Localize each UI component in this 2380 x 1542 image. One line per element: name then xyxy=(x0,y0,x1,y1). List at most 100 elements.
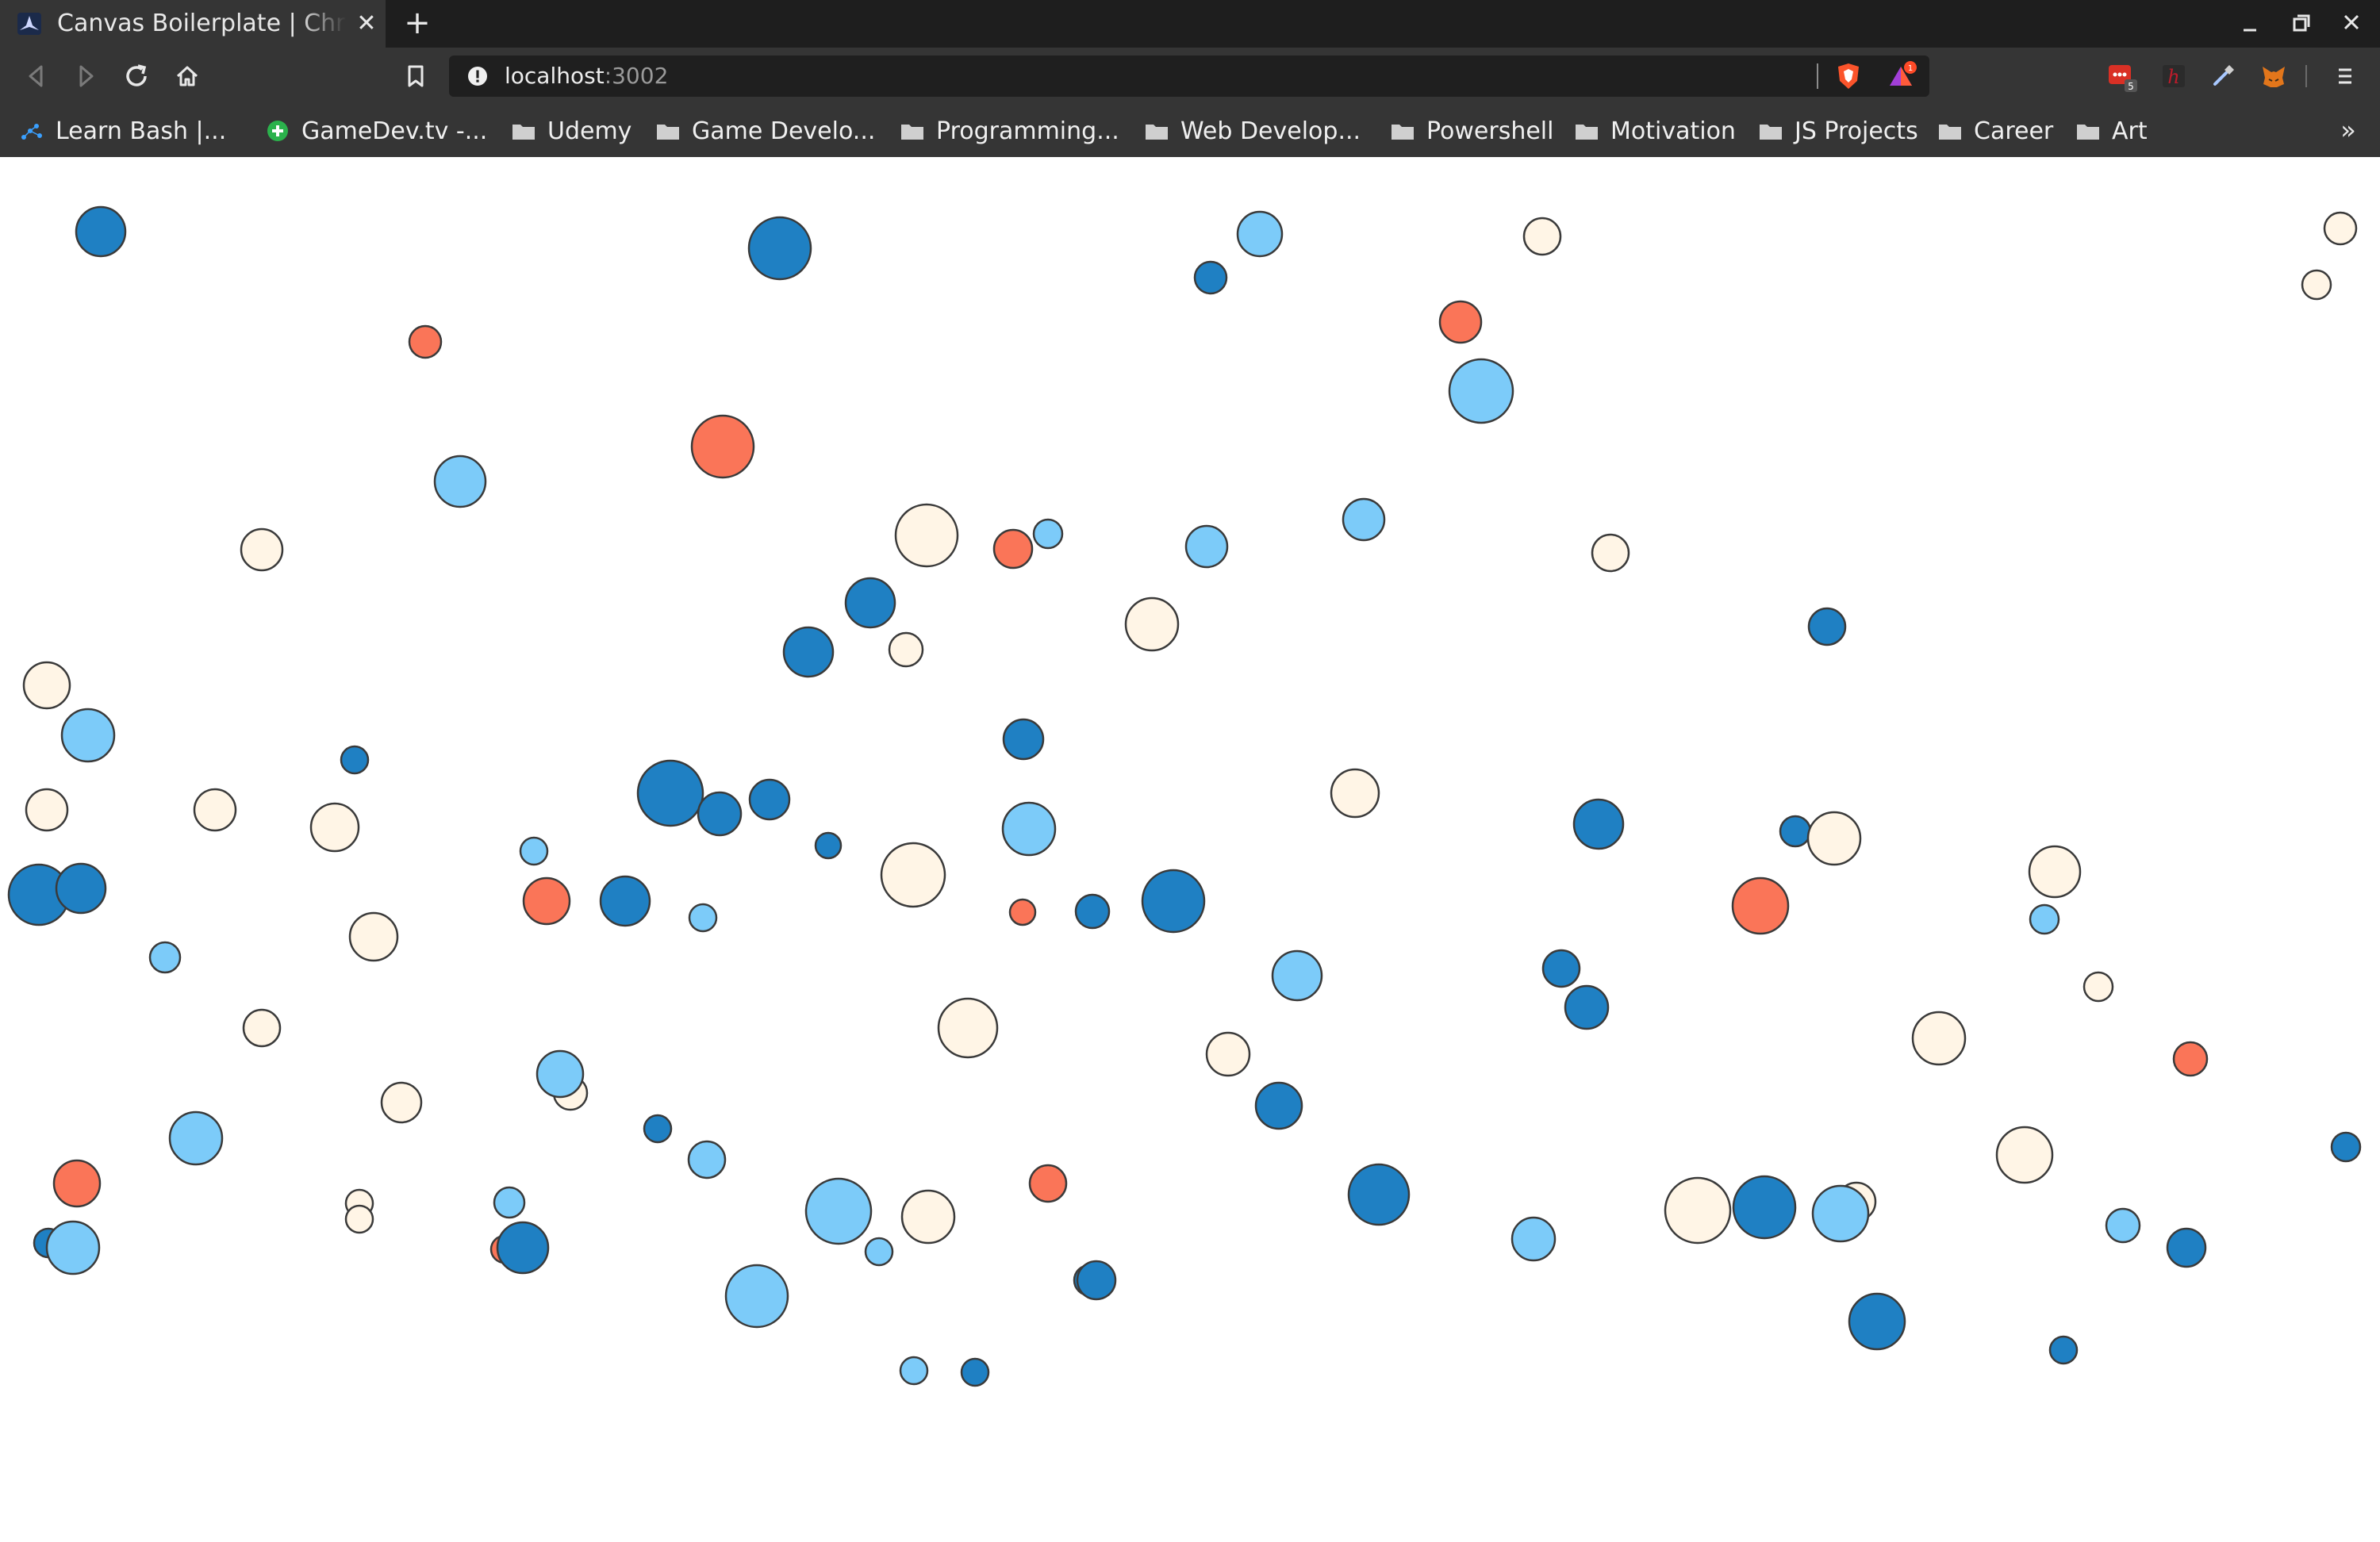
dark-blue-circle xyxy=(747,216,812,281)
coral-circle xyxy=(522,876,571,926)
bookmark-label: Powershell xyxy=(1426,117,1554,145)
cream-circle xyxy=(1124,596,1180,652)
bookmark-folder-web-development[interactable]: Web Develop... xyxy=(1144,105,1361,157)
svg-text:1: 1 xyxy=(1908,64,1913,73)
dark-blue-circle xyxy=(1572,798,1625,850)
cream-circle xyxy=(2082,971,2114,1003)
coral-circle xyxy=(1438,300,1483,344)
home-icon[interactable] xyxy=(171,60,203,92)
bookmark-folder-powershell[interactable]: Powershell xyxy=(1390,105,1553,157)
dark-blue-circle xyxy=(599,875,651,927)
reload-icon[interactable] xyxy=(121,60,152,92)
bookmark-folder-js-projects[interactable]: JS Projects xyxy=(1758,105,1918,157)
menu-icon[interactable] xyxy=(2329,60,2361,92)
cream-circle xyxy=(1330,768,1380,819)
light-blue-circle xyxy=(1271,949,1323,1002)
cream-circle xyxy=(1911,1011,1967,1066)
metamask-icon[interactable] xyxy=(2258,60,2290,92)
svg-text:5: 5 xyxy=(2128,81,2134,92)
bookmark-folder-career[interactable]: Career xyxy=(1937,105,2053,157)
folder-icon xyxy=(1576,125,1598,140)
bookmark-folder-game-development[interactable]: Game Develo... xyxy=(655,105,875,157)
coral-circle xyxy=(408,324,443,359)
dark-blue-circle xyxy=(2166,1227,2207,1268)
cream-circle xyxy=(1591,533,1630,573)
dark-blue-circle xyxy=(1193,260,1228,295)
dark-blue-circle xyxy=(1141,869,1206,934)
dark-blue-circle xyxy=(1076,1260,1117,1301)
back-icon[interactable] xyxy=(21,60,52,92)
cream-circle xyxy=(900,1189,956,1245)
light-blue-circle xyxy=(148,941,182,974)
bookmarks-bar: Learn Bash |... GameDev.tv -... Udemy Ga… xyxy=(0,105,2380,157)
tab-close-icon[interactable]: ✕ xyxy=(354,11,379,36)
light-blue-circle xyxy=(519,836,549,866)
folder-icon xyxy=(657,125,679,140)
cream-circle xyxy=(1995,1126,2054,1184)
minimize-icon[interactable] xyxy=(2226,5,2274,43)
light-blue-circle xyxy=(168,1110,224,1166)
browser-window: Canvas Boilerplate | Chris ✕ + localhost… xyxy=(0,0,2380,1542)
cream-circle xyxy=(344,1204,374,1234)
light-blue-circle xyxy=(1811,1184,1870,1243)
extension-badge-icon[interactable]: 5 xyxy=(2106,60,2137,92)
cream-circle xyxy=(2028,845,2082,899)
cream-circle xyxy=(309,802,360,853)
bookmark-folder-art[interactable]: Art xyxy=(2075,105,2148,157)
page-content xyxy=(0,157,2380,1542)
dark-blue-circle xyxy=(782,626,835,678)
window-close-icon[interactable] xyxy=(2328,5,2375,43)
light-blue-circle xyxy=(1448,358,1514,424)
cream-circle xyxy=(2301,269,2332,301)
tab-canvas-boilerplate[interactable]: Canvas Boilerplate | Chris ✕ xyxy=(0,0,386,48)
cream-circle xyxy=(880,842,946,908)
folder-icon xyxy=(2077,125,2099,140)
cream-circle xyxy=(242,1008,282,1048)
folder-icon xyxy=(512,125,535,140)
bookmark-folder-motivation[interactable]: Motivation xyxy=(1574,105,1736,157)
animation-canvas[interactable] xyxy=(0,157,2380,1542)
dark-blue-circle xyxy=(75,205,127,258)
dark-blue-circle xyxy=(748,778,791,821)
bookmark-label: Web Develop... xyxy=(1180,117,1361,145)
bookmark-folder-programming[interactable]: Programming... xyxy=(900,105,1119,157)
gamedev-icon xyxy=(267,121,288,141)
restore-icon[interactable] xyxy=(2277,5,2324,43)
light-blue-circle xyxy=(1001,801,1057,857)
light-blue-circle xyxy=(1236,210,1284,258)
light-blue-circle xyxy=(2029,903,2060,935)
bookmark-label: Programming... xyxy=(936,117,1119,145)
bookmark-icon[interactable] xyxy=(400,60,432,92)
toolbar: localhost:3002 1 5 h xyxy=(0,48,2380,105)
bookmark-folder-udemy[interactable]: Udemy xyxy=(511,105,631,157)
eyedropper-icon[interactable] xyxy=(2207,60,2239,92)
light-blue-circle xyxy=(1184,524,1229,569)
address-bar[interactable]: localhost:3002 xyxy=(449,56,1929,97)
toolbar-divider xyxy=(2305,65,2307,87)
coral-circle xyxy=(1008,898,1037,926)
bookmark-label: GameDev.tv -... xyxy=(301,117,488,145)
dark-blue-circle xyxy=(636,759,704,827)
light-blue-circle xyxy=(899,1356,929,1386)
bookmarks-overflow-button[interactable]: » xyxy=(2332,105,2364,157)
dark-blue-circle xyxy=(1002,718,1045,761)
folder-icon xyxy=(1392,125,1414,140)
dark-blue-circle xyxy=(1807,607,1847,646)
forward-icon[interactable] xyxy=(70,60,102,92)
light-blue-circle xyxy=(724,1264,789,1329)
coral-circle xyxy=(1028,1164,1068,1203)
dark-blue-circle xyxy=(1732,1175,1797,1240)
brave-rewards-icon[interactable]: 1 xyxy=(1887,60,1918,92)
folder-icon xyxy=(1939,125,1961,140)
dark-blue-circle xyxy=(643,1114,673,1144)
info-icon[interactable] xyxy=(466,65,489,87)
brave-shields-icon[interactable] xyxy=(1833,60,1864,92)
cream-circle xyxy=(380,1081,423,1124)
url-port: :3002 xyxy=(604,63,669,89)
dark-blue-circle xyxy=(2330,1131,2362,1163)
bookmark-learn-bash[interactable]: Learn Bash |... xyxy=(19,105,226,157)
hypothesis-icon[interactable]: h xyxy=(2158,60,2190,92)
dark-blue-circle xyxy=(697,791,743,837)
new-tab-button[interactable]: + xyxy=(400,6,435,41)
bookmark-gamedev[interactable]: GameDev.tv -... xyxy=(265,105,487,157)
